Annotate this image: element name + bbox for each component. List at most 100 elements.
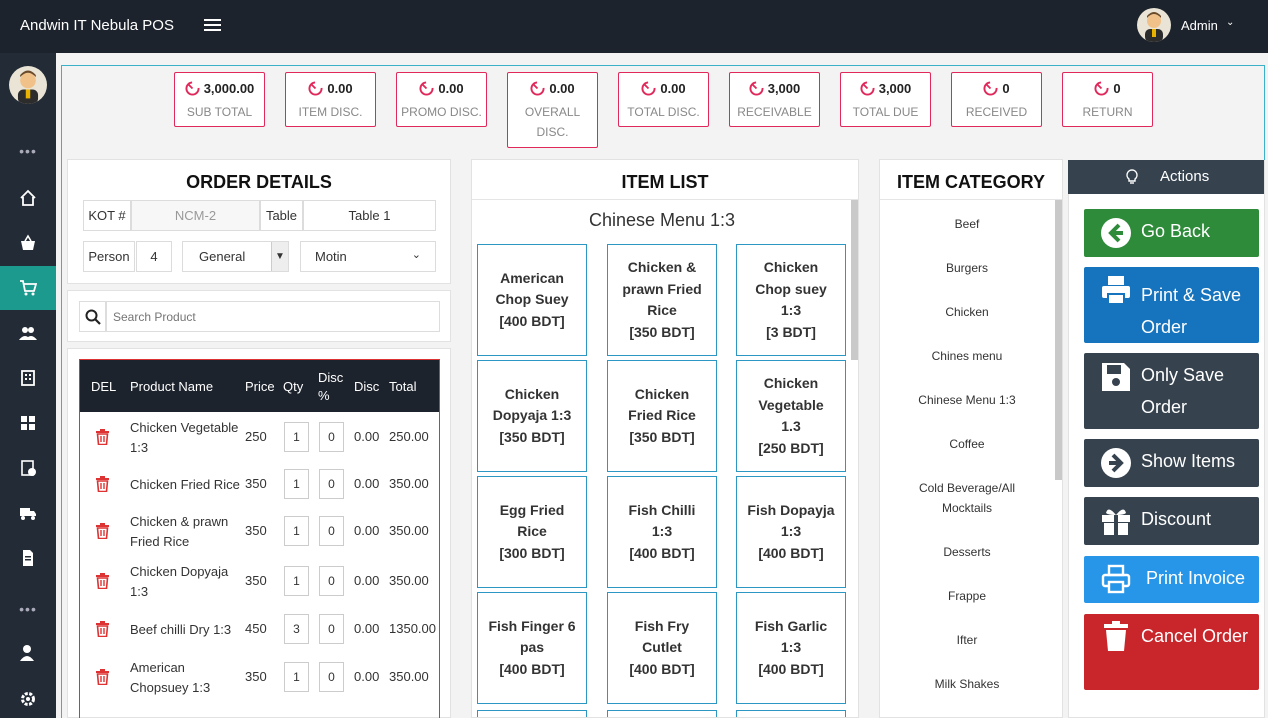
category-item[interactable]: Chinese Menu 1:3 [880, 390, 1054, 410]
discount-button[interactable]: Discount [1084, 497, 1259, 545]
gauge-icon [308, 81, 323, 96]
quantity-input[interactable]: 3 [284, 614, 309, 644]
delete-icon[interactable] [95, 476, 110, 495]
order-details-title: ORDER DETAILS [186, 172, 332, 192]
discount-percent-input[interactable]: 0 [319, 662, 344, 692]
delete-icon[interactable] [95, 429, 110, 448]
menu-item-price: [3 BDT] [766, 323, 816, 340]
search-input[interactable] [106, 301, 440, 332]
order-type-select[interactable]: General ▼ [182, 241, 289, 272]
menu-item-card[interactable]: Chicken Chop suey 1:3 [3 BDT] [736, 244, 846, 356]
quantity-input[interactable]: 1 [284, 516, 309, 546]
arrow-left-circle-icon [1101, 218, 1131, 248]
menu-item-card[interactable] [477, 710, 587, 717]
menu-item-card[interactable]: American Chop Suey [400 BDT] [477, 244, 587, 356]
go-back-button[interactable]: Go Back [1084, 209, 1259, 257]
discount-percent-input[interactable]: 0 [319, 422, 344, 452]
truck-icon[interactable] [0, 491, 56, 535]
summary-card: 0.00 ITEM DISC. [285, 72, 376, 127]
category-item[interactable]: Frappe [880, 586, 1054, 606]
category-item[interactable]: Cold Beverage/All Mocktails [880, 478, 1054, 518]
summary-value: 3,000 [767, 81, 801, 96]
user-avatar[interactable] [1137, 8, 1171, 42]
quantity-input[interactable]: 1 [284, 662, 309, 692]
menu-item-card[interactable]: Chicken & prawn Fried Rice [350 BDT] [607, 244, 717, 356]
category-item[interactable]: Milk Shakes [880, 674, 1054, 694]
category-item[interactable]: Beef [880, 214, 1054, 234]
table-label: Table [260, 200, 303, 231]
kot-label: KOT # [83, 200, 131, 231]
category-item[interactable]: Coffee [880, 434, 1054, 454]
delete-icon[interactable] [95, 669, 110, 688]
trash-icon [1104, 621, 1128, 651]
menu-item-card[interactable]: Chicken Fried Rice [350 BDT] [607, 360, 717, 472]
menu-item-card[interactable] [736, 710, 846, 717]
gear-icon[interactable] [0, 677, 56, 718]
table-field[interactable]: Table 1 [303, 200, 436, 231]
menu-item-card[interactable]: Chicken Vegetable 1.3 [250 BDT] [736, 360, 846, 472]
category-item[interactable]: Desserts [880, 542, 1054, 562]
discount-percent-input[interactable]: 0 [319, 469, 344, 499]
column-total: Total [389, 379, 417, 394]
menu-item-price: [400 BDT] [758, 660, 824, 677]
invoice-dollar-icon[interactable] [0, 446, 56, 490]
category-item[interactable]: Chicken [880, 302, 1054, 322]
menu-item-name: Fish Fry Cutlet [634, 617, 690, 656]
delete-icon[interactable] [95, 523, 110, 542]
category-scrollbar[interactable] [1055, 200, 1062, 480]
menu-item-text: Fish Fry Cutlet [400 BDT] [608, 616, 716, 681]
summary-label: ITEM DISC. [298, 105, 363, 119]
cart-icon[interactable] [0, 266, 56, 310]
chevron-down-icon[interactable]: ⌄ [1226, 17, 1234, 28]
category-item[interactable]: Chines menu [880, 346, 1054, 366]
menu-item-card[interactable]: Fish Fry Cutlet [400 BDT] [607, 592, 717, 704]
show-items-button[interactable]: Show Items [1084, 439, 1259, 487]
building-icon[interactable] [0, 356, 56, 400]
quantity-input[interactable]: 1 [284, 422, 309, 452]
document-icon[interactable] [0, 536, 56, 580]
only-save-order-button[interactable]: Only Save Order [1084, 353, 1259, 429]
delete-icon[interactable] [95, 573, 110, 592]
category-item[interactable]: Ifter [880, 630, 1054, 650]
print-invoice-button[interactable]: Print Invoice [1084, 556, 1259, 603]
menu-item-card[interactable] [607, 710, 717, 717]
summary-label: TOTAL DUE [852, 105, 919, 119]
dashboard-icon[interactable] [0, 401, 56, 445]
menu-item-card[interactable]: Fish Dopayja 1:3 [400 BDT] [736, 476, 846, 588]
person-count-field[interactable]: 4 [136, 241, 172, 272]
menu-item-card[interactable]: Chicken Dopyaja 1:3 [350 BDT] [477, 360, 587, 472]
user-name[interactable]: Admin [1181, 18, 1218, 33]
print-save-order-label: Print & Save Order [1141, 285, 1242, 337]
cancel-order-button[interactable]: Cancel Order [1084, 614, 1259, 690]
item-list-scrollbar[interactable] [851, 200, 858, 360]
quantity-input[interactable]: 1 [284, 566, 309, 596]
gauge-icon [185, 81, 200, 96]
item-list-title: ITEM LIST [621, 172, 709, 192]
menu-item-text: Chicken Fried Rice [350 BDT] [608, 384, 716, 449]
floppy-disk-icon [1102, 363, 1130, 391]
quantity-input[interactable]: 1 [284, 469, 309, 499]
category-item[interactable]: Burgers [880, 258, 1054, 278]
actions-title: Actions [1160, 168, 1210, 185]
menu-item-card[interactable]: Egg Fried Rice [300 BDT] [477, 476, 587, 588]
kot-number-field[interactable]: NCM-2 [131, 200, 260, 231]
users-icon[interactable] [0, 311, 56, 355]
waiter-select[interactable]: Motin ⌄ [300, 241, 436, 272]
menu-item-card[interactable]: Fish Garlic 1:3 [400 BDT] [736, 592, 846, 704]
menu-item-card[interactable]: Fish Finger 6 pas [400 BDT] [477, 592, 587, 704]
search-icon[interactable] [79, 301, 106, 332]
menu-item-card[interactable]: Fish Chilli 1:3 [400 BDT] [607, 476, 717, 588]
delete-icon[interactable] [95, 621, 110, 640]
home-icon[interactable] [0, 176, 56, 220]
lightbulb-icon [1125, 169, 1139, 189]
basket-icon[interactable] [0, 221, 56, 265]
menu-toggle-icon[interactable] [204, 19, 221, 33]
discount-percent-input[interactable]: 0 [319, 566, 344, 596]
summary-value: 3,000 [878, 81, 912, 96]
table-row: Beef chilli Dry 1:3 450 3 0 0.00 1350.00 [80, 606, 439, 652]
user-settings-icon[interactable] [0, 631, 56, 675]
item-category-panel: ITEM CATEGORY Beef Burgers Chicken Chines m… [879, 159, 1063, 718]
print-save-order-button[interactable]: Print & Save Order [1084, 267, 1259, 343]
discount-percent-input[interactable]: 0 [319, 614, 344, 644]
discount-percent-input[interactable]: 0 [319, 516, 344, 546]
